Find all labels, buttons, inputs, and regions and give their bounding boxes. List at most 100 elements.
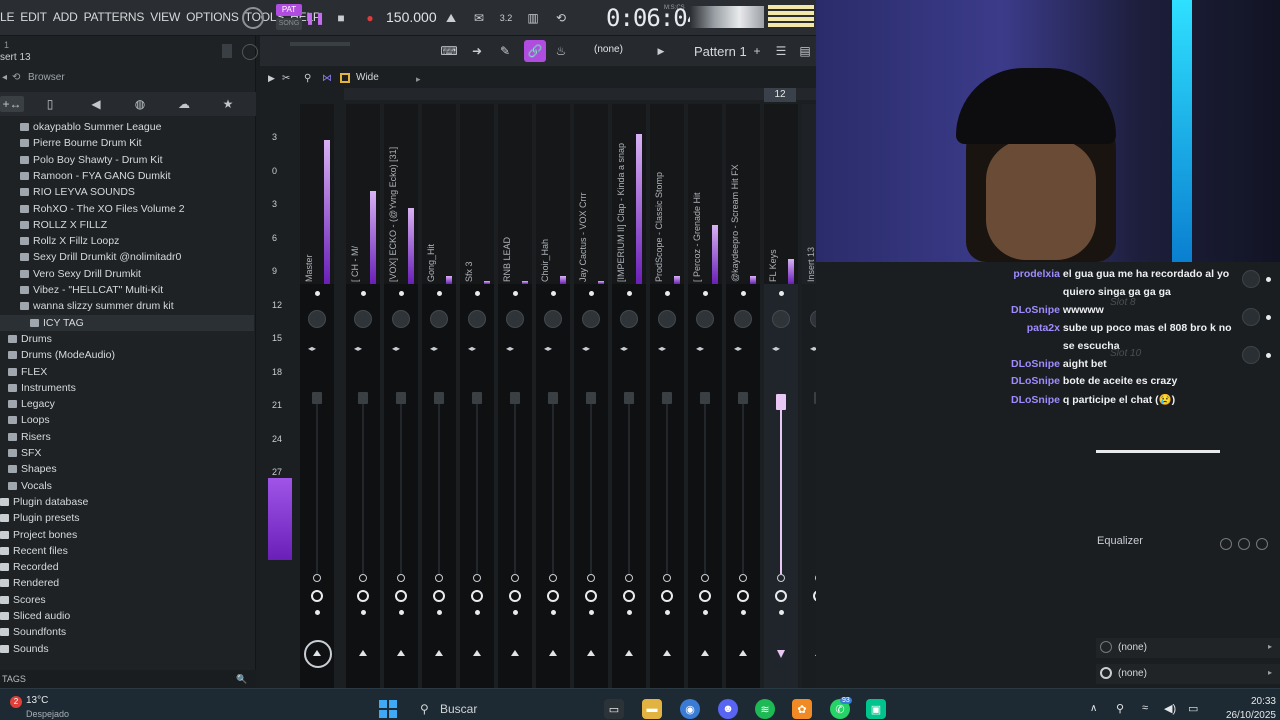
- route-arrow-icon[interactable]: [549, 650, 557, 656]
- route-knob[interactable]: [395, 590, 407, 602]
- output-select[interactable]: (none) ▸: [1096, 638, 1280, 658]
- track-enable-dot[interactable]: [399, 291, 404, 296]
- mixer-track[interactable]: RNB LEAD ◂▸: [498, 104, 532, 688]
- chat-username[interactable]: prodelxia: [1006, 268, 1060, 280]
- browser-item[interactable]: Shapes: [0, 461, 254, 477]
- chat-username[interactable]: DLoSnipe: [1006, 304, 1060, 316]
- browser-item[interactable]: Polo Boy Shawty - Drum Kit: [0, 152, 254, 168]
- track-enable-dot[interactable]: [551, 291, 556, 296]
- send-knob[interactable]: [511, 574, 519, 582]
- send-knob[interactable]: [701, 574, 709, 582]
- mixer-track[interactable]: ProdScope - Classic Stomp ◂▸: [650, 104, 684, 688]
- pan-knob[interactable]: [308, 310, 326, 328]
- route-knob[interactable]: [623, 590, 635, 602]
- volume-fader[interactable]: [510, 392, 520, 404]
- wide-icon[interactable]: [340, 73, 350, 83]
- mixer-track[interactable]: Sfx 3 ◂▸: [460, 104, 494, 688]
- browser-item[interactable]: Plugin database: [0, 494, 254, 510]
- route-knob[interactable]: [547, 590, 559, 602]
- send-knob[interactable]: [549, 574, 557, 582]
- slot-mix-knob[interactable]: [1242, 270, 1260, 288]
- mixer-track[interactable]: [VOX] ECKO - (@Yvng Ecko) [31] ◂▸: [384, 104, 418, 688]
- browser-item[interactable]: Risers: [0, 429, 254, 445]
- add-pattern-icon[interactable]: +: [748, 42, 766, 60]
- browser-item[interactable]: Scores: [0, 592, 254, 608]
- browser-item[interactable]: ROLLZ X FILLZ: [0, 217, 254, 233]
- stereo-arrows-icon[interactable]: ◂▸: [354, 344, 362, 353]
- track-enable-dot[interactable]: [779, 291, 784, 296]
- fl-studio-icon[interactable]: ✿: [792, 699, 812, 719]
- route-knob[interactable]: [433, 590, 445, 602]
- route-knob[interactable]: [357, 590, 369, 602]
- wait-icon[interactable]: ✉: [470, 9, 488, 27]
- stereo-arrows-icon[interactable]: ◂▸: [430, 344, 438, 353]
- send-knob[interactable]: [663, 574, 671, 582]
- stereo-arrows-icon[interactable]: ◂▸: [506, 344, 514, 353]
- keyboard-icon[interactable]: ⌨: [440, 42, 458, 60]
- mixer-track[interactable]: FL Keys ◂▸: [764, 104, 798, 688]
- battery-icon[interactable]: ▭: [1188, 702, 1198, 715]
- route-knob[interactable]: [737, 590, 749, 602]
- master-volume-slider[interactable]: [290, 42, 350, 46]
- eq-knob[interactable]: [1220, 538, 1232, 550]
- app-icon[interactable]: ▣: [866, 699, 886, 719]
- route-dot[interactable]: [741, 610, 746, 615]
- browser-item[interactable]: Ramoon - FYA GANG Dumkit: [0, 168, 254, 184]
- browser-item[interactable]: RohXO - The XO Files Volume 2: [0, 201, 254, 217]
- spotify-icon[interactable]: ≋: [755, 699, 775, 719]
- pan-knob[interactable]: [620, 310, 638, 328]
- snap-select[interactable]: (none): [594, 44, 623, 55]
- volume-fader[interactable]: [662, 392, 672, 404]
- route-knob[interactable]: [661, 590, 673, 602]
- browser-item[interactable]: Recent files: [0, 543, 254, 559]
- browser-item[interactable]: Drums: [0, 331, 254, 347]
- route-dot[interactable]: [399, 610, 404, 615]
- send-knob[interactable]: [397, 574, 405, 582]
- volume-fader[interactable]: [586, 392, 596, 404]
- browser-item[interactable]: Soundfonts: [0, 624, 254, 640]
- route-dot[interactable]: [627, 610, 632, 615]
- browser-item[interactable]: FLEX: [0, 364, 254, 380]
- mixer-track[interactable]: Master ◂▸: [300, 104, 334, 688]
- pan-knob[interactable]: [354, 310, 372, 328]
- browser-item[interactable]: Vero Sexy Drill Drumkit: [0, 266, 254, 282]
- send-knob[interactable]: [625, 574, 633, 582]
- metronome-icon[interactable]: ⛰: [442, 9, 460, 27]
- arrow-icon[interactable]: ➜: [468, 42, 486, 60]
- route-arrow-icon[interactable]: [625, 650, 633, 656]
- mic-icon[interactable]: ⚲: [304, 73, 311, 84]
- chrome-icon[interactable]: ◉: [680, 699, 700, 719]
- stereo-arrows-icon[interactable]: ◂▸: [392, 344, 400, 353]
- mixer-track[interactable]: [ Percoz - Grenade Hit ◂▸: [688, 104, 722, 688]
- browser-item[interactable]: Vibez - "HELLCAT" Multi-Kit: [0, 282, 254, 298]
- input-select[interactable]: (none) ▸: [1096, 664, 1280, 684]
- route-dot[interactable]: [589, 610, 594, 615]
- tempo-display[interactable]: 150.000: [386, 9, 437, 25]
- mixer-track[interactable]: [IMPERIUM II] Clap - Kinda a snap ◂▸: [612, 104, 646, 688]
- slot-mix-knob[interactable]: [1242, 346, 1260, 364]
- route-dot[interactable]: [437, 610, 442, 615]
- route-knob[interactable]: [471, 590, 483, 602]
- browser-item[interactable]: ICY TAG: [0, 314, 254, 331]
- route-dot[interactable]: [315, 610, 320, 615]
- route-dot[interactable]: [779, 610, 784, 615]
- send-knob[interactable]: [313, 574, 321, 582]
- route-arrow-icon[interactable]: [777, 650, 785, 658]
- track-enable-dot[interactable]: [315, 291, 320, 296]
- slot-enable-dot[interactable]: [1266, 353, 1271, 358]
- browser-item[interactable]: Legacy: [0, 396, 254, 412]
- pan-knob[interactable]: [544, 310, 562, 328]
- track-enable-dot[interactable]: [703, 291, 708, 296]
- pan-knob[interactable]: [658, 310, 676, 328]
- route-arrow-icon[interactable]: [739, 650, 747, 656]
- pan-knob[interactable]: [392, 310, 410, 328]
- taskbar-clock[interactable]: 20:33: [1226, 696, 1276, 707]
- route-dot[interactable]: [665, 610, 670, 615]
- browser-item[interactable]: Sounds: [0, 641, 254, 657]
- mixer-icon[interactable]: ☰: [772, 42, 790, 60]
- master-send-knob[interactable]: [304, 640, 332, 668]
- route-arrow-icon[interactable]: [359, 650, 367, 656]
- discord-icon[interactable]: ☻: [718, 699, 738, 719]
- volume-fader[interactable]: [472, 392, 482, 404]
- browser-item[interactable]: Sliced audio: [0, 608, 254, 624]
